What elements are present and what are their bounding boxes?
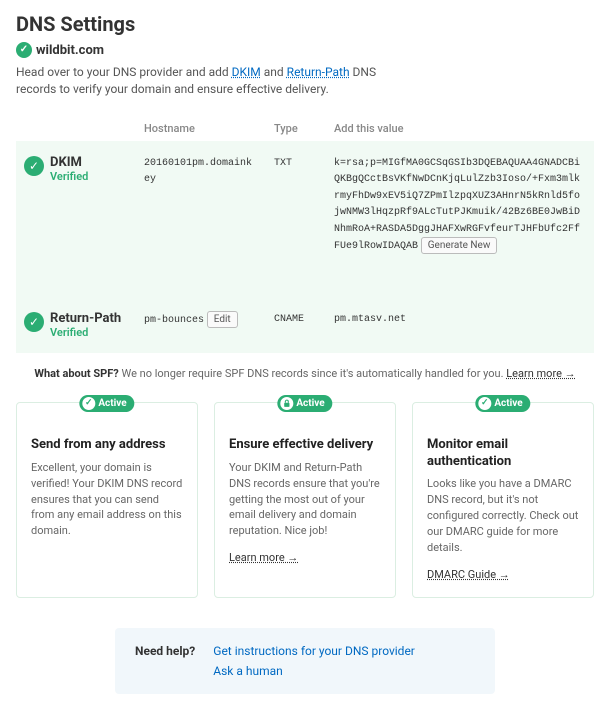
return-path-value: pm.mtasv.net [334, 314, 406, 325]
spf-note: What about SPF? We no longer require SPF… [16, 367, 594, 380]
card-delivery: Active Ensure effective delivery Your DK… [214, 402, 396, 597]
card-dmarc-body: Looks like you have a DMARC DNS record, … [427, 476, 579, 556]
domain-name: wildbit.com [36, 43, 104, 58]
col-type: Type [266, 116, 326, 141]
active-badge-dmarc: ✓ Active [475, 395, 530, 412]
return-path-term-link[interactable]: Return-Path [287, 65, 350, 79]
card-send-body: Excellent, your domain is verified! Your… [31, 460, 183, 540]
dkim-term-link[interactable]: DKIM [232, 65, 261, 79]
card-dmarc-title: Monitor email authentication [427, 437, 579, 470]
instruction-text: Head over to your DNS provider and add D… [16, 64, 416, 98]
check-icon: ✓ [478, 397, 491, 410]
card-send: ✓ Active Send from any address Excellent… [16, 402, 198, 597]
dkim-status: Verified [50, 170, 88, 183]
dkim-verified-icon [24, 156, 44, 176]
spf-label: What about SPF? [34, 367, 118, 380]
active-badge-send: ✓ Active [79, 395, 134, 412]
col-hostname: Hostname [136, 116, 266, 141]
dmarc-guide-link[interactable]: DMARC Guide → [427, 568, 510, 581]
table-row-dkim: DKIM Verified 20160101pm.domainkey TXT k… [16, 141, 594, 269]
return-path-name: Return-Path [50, 311, 121, 327]
delivery-learn-more-link[interactable]: Learn more → [229, 551, 298, 564]
dkim-hostname: 20160101pm.domainkey [144, 158, 252, 186]
dkim-name: DKIM [50, 155, 88, 171]
spf-learn-more-link[interactable]: Learn more → [506, 367, 575, 380]
lock-icon [280, 397, 293, 410]
card-delivery-title: Ensure effective delivery [229, 437, 381, 453]
return-path-hostname: pm-bounces [144, 315, 204, 326]
check-icon: ✓ [82, 397, 95, 410]
card-send-title: Send from any address [31, 437, 183, 453]
table-row-return-path: Return-Path Verified pm-bounces Edit CNA… [16, 297, 594, 354]
dkim-type: TXT [274, 158, 292, 169]
page-title: DNS Settings [16, 12, 594, 36]
help-label: Need help? [135, 644, 195, 678]
help-provider-link[interactable]: Get instructions for your DNS provider [213, 644, 415, 658]
domain-verified-row: wildbit.com [16, 42, 594, 58]
active-badge-delivery: Active [277, 395, 332, 412]
help-panel: Need help? Get instructions for your DNS… [115, 628, 495, 694]
verified-check-icon [16, 42, 32, 58]
return-path-verified-icon [24, 312, 44, 332]
col-value: Add this value [326, 116, 594, 141]
help-human-link[interactable]: Ask a human [213, 664, 415, 678]
edit-button[interactable]: Edit [207, 311, 238, 328]
return-path-type: CNAME [274, 314, 304, 325]
return-path-status: Verified [50, 326, 121, 339]
generate-new-button[interactable]: Generate New [421, 237, 498, 254]
card-dmarc: ✓ Active Monitor email authentication Lo… [412, 402, 594, 597]
dns-records-table: Hostname Type Add this value DKIM Verifi… [16, 116, 594, 354]
card-delivery-body: Your DKIM and Return-Path DNS records en… [229, 460, 381, 540]
